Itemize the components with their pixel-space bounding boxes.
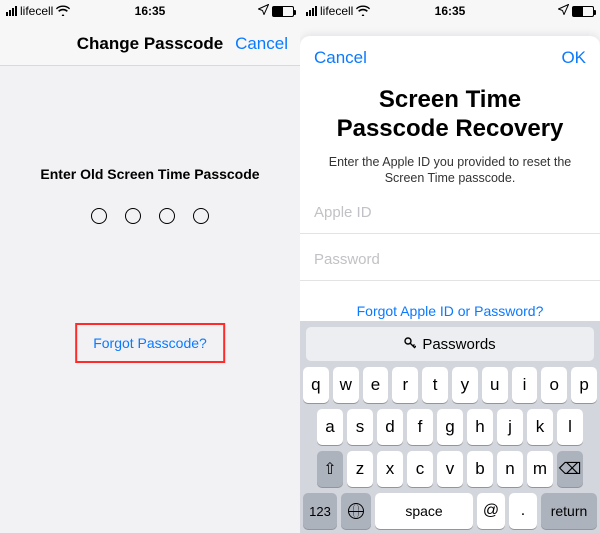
annotation-highlight: Forgot Passcode? <box>75 323 225 363</box>
letter-key[interactable]: n <box>497 451 523 487</box>
letter-key[interactable]: v <box>437 451 463 487</box>
letter-key[interactable]: w <box>333 367 359 403</box>
letter-key[interactable]: a <box>317 409 343 445</box>
globe-icon <box>348 503 364 519</box>
key-icon <box>404 336 416 353</box>
sheet-cancel-button[interactable]: Cancel <box>314 48 367 68</box>
passcode-dot <box>193 208 209 224</box>
screen-change-passcode: lifecell 16:35 Change Passcode Cancel En… <box>0 0 300 533</box>
sheet-subtitle: Enter the Apple ID you provided to reset… <box>300 154 600 188</box>
letter-key[interactable]: e <box>363 367 389 403</box>
passcode-prompt: Enter Old Screen Time Passcode <box>0 166 300 182</box>
letter-key[interactable]: u <box>482 367 508 403</box>
forgot-apple-id-link[interactable]: Forgot Apple ID or Password? <box>300 303 600 319</box>
forgot-passcode-link[interactable]: Forgot Passcode? <box>77 325 223 361</box>
backspace-icon: ⌫ <box>559 459 582 479</box>
status-bar: lifecell 16:35 <box>300 0 600 22</box>
keyboard-row: qwertyuiop <box>303 367 597 403</box>
location-icon <box>258 4 269 18</box>
carrier-label: lifecell <box>320 4 353 18</box>
signal-icon <box>306 6 317 16</box>
return-key[interactable]: return <box>541 493 597 529</box>
clock-label: 16:35 <box>135 4 166 18</box>
cancel-button[interactable]: Cancel <box>235 34 288 54</box>
letter-key[interactable]: x <box>377 451 403 487</box>
letter-key[interactable]: b <box>467 451 493 487</box>
letter-key[interactable]: z <box>347 451 373 487</box>
keyboard-row: asdfghjkl <box>303 409 597 445</box>
shift-icon: ⇧ <box>323 459 336 479</box>
letter-key[interactable]: k <box>527 409 553 445</box>
letter-key[interactable]: o <box>541 367 567 403</box>
shift-key[interactable]: ⇧ <box>317 451 343 487</box>
status-bar: lifecell 16:35 <box>0 0 300 22</box>
nav-title: Change Passcode <box>77 34 223 54</box>
wifi-icon <box>356 5 370 18</box>
signal-icon <box>6 6 17 16</box>
space-key[interactable]: space <box>375 493 473 529</box>
letter-key[interactable]: r <box>392 367 418 403</box>
letter-key[interactable]: y <box>452 367 478 403</box>
sheet-title: Screen TimePasscode Recovery <box>300 86 600 144</box>
nav-bar: Change Passcode Cancel <box>0 22 300 66</box>
passcode-dot <box>91 208 107 224</box>
globe-key[interactable] <box>341 493 371 529</box>
apple-id-field[interactable] <box>314 204 586 221</box>
letter-key[interactable]: i <box>512 367 538 403</box>
clock-label: 16:35 <box>435 4 466 18</box>
wifi-icon <box>56 5 70 18</box>
letter-key[interactable]: t <box>422 367 448 403</box>
letter-key[interactable]: p <box>571 367 597 403</box>
letter-key[interactable]: s <box>347 409 373 445</box>
keyboard-accessory-passwords[interactable]: Passwords <box>306 327 594 361</box>
battery-icon <box>272 6 294 17</box>
letter-key[interactable]: g <box>437 409 463 445</box>
dot-key[interactable]: . <box>509 493 537 529</box>
letter-key[interactable]: f <box>407 409 433 445</box>
passcode-dot <box>159 208 175 224</box>
mode-key[interactable]: 123 <box>303 493 337 529</box>
sheet-ok-button[interactable]: OK <box>561 48 586 68</box>
carrier-label: lifecell <box>20 4 53 18</box>
battery-icon <box>572 6 594 17</box>
keyboard-row: ⇧ zxcvbnm ⌫ <box>303 451 597 487</box>
letter-key[interactable]: h <box>467 409 493 445</box>
delete-key[interactable]: ⌫ <box>557 451 583 487</box>
at-key[interactable]: @ <box>477 493 505 529</box>
password-field[interactable] <box>314 251 586 268</box>
letter-key[interactable]: q <box>303 367 329 403</box>
location-icon <box>558 4 569 18</box>
screen-recovery: lifecell 16:35 Change Passcode Cancel Ca… <box>300 0 600 533</box>
letter-key[interactable]: j <box>497 409 523 445</box>
letter-key[interactable]: c <box>407 451 433 487</box>
letter-key[interactable]: l <box>557 409 583 445</box>
letter-key[interactable]: m <box>527 451 553 487</box>
letter-key[interactable]: d <box>377 409 403 445</box>
keyboard: Passwords qwertyuiop asdfghjkl ⇧ zxcvbnm… <box>300 321 600 533</box>
passcode-dot <box>125 208 141 224</box>
passcode-dots[interactable] <box>0 208 300 224</box>
keyboard-accessory-label: Passwords <box>422 336 495 353</box>
